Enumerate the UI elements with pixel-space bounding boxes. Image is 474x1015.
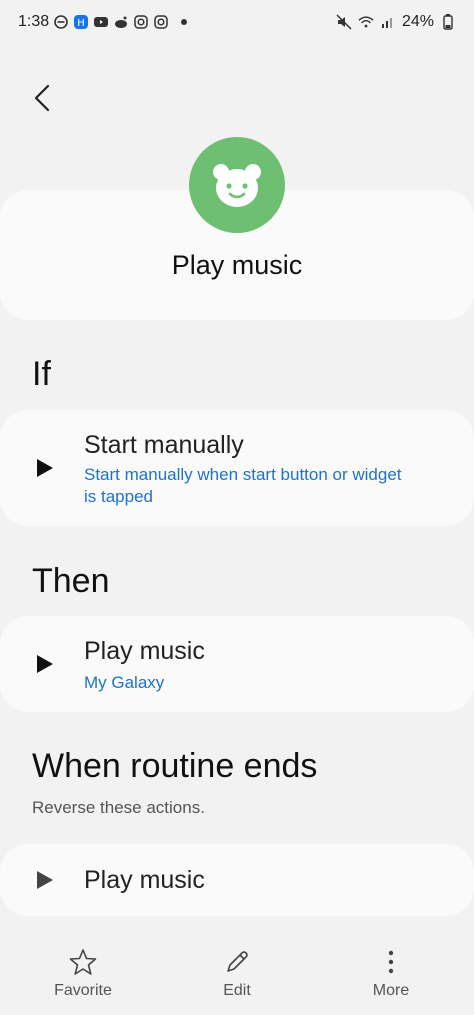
favorite-label: Favorite bbox=[54, 982, 112, 999]
battery-icon bbox=[440, 14, 456, 30]
favorite-button[interactable]: Favorite bbox=[28, 930, 138, 1015]
then-section-title: Then bbox=[32, 562, 110, 600]
end-section-subtitle: Reverse these actions. bbox=[32, 798, 205, 817]
routine-avatar bbox=[189, 137, 285, 233]
more-label: More bbox=[372, 982, 410, 999]
status-bar: 1:38 H 24% bbox=[0, 0, 474, 44]
bear-face-icon bbox=[213, 164, 261, 207]
youtube-icon bbox=[93, 14, 109, 30]
edit-button[interactable]: Edit bbox=[182, 930, 292, 1015]
star-icon bbox=[69, 949, 97, 975]
reddit-icon bbox=[113, 14, 129, 30]
wifi-icon bbox=[358, 14, 374, 30]
back-button[interactable] bbox=[22, 78, 62, 118]
if-item-title: Start manually bbox=[84, 431, 244, 459]
instagram-icon-2 bbox=[153, 14, 169, 30]
svg-text:H: H bbox=[77, 18, 85, 29]
bottom-action-bar: Favorite Edit More bbox=[0, 930, 474, 1015]
instagram-icon bbox=[133, 14, 149, 30]
end-section-title: When routine ends bbox=[32, 747, 318, 785]
play-icon bbox=[37, 655, 53, 673]
pencil-icon bbox=[227, 951, 248, 972]
status-time: 1:38 bbox=[18, 13, 50, 30]
edit-label: Edit bbox=[223, 982, 251, 999]
status-left: 1:38 H bbox=[18, 13, 188, 31]
if-item-subtitle: Start manually when start button or widg… bbox=[84, 465, 402, 506]
app-notification-icon: H bbox=[73, 14, 89, 30]
routine-title: Play music bbox=[171, 250, 303, 280]
then-item-subtitle: My Galaxy bbox=[84, 673, 165, 692]
play-icon bbox=[37, 871, 53, 889]
status-right: 24% bbox=[336, 13, 456, 31]
mute-icon bbox=[336, 14, 352, 30]
routine-detail-screen: 1:38 H 24% Play music If Start manually … bbox=[0, 0, 474, 1015]
if-section-title: If bbox=[32, 355, 51, 393]
battery-percent: 24% bbox=[401, 13, 434, 30]
then-item-title: Play music bbox=[84, 637, 205, 665]
more-notifications-dot bbox=[181, 19, 188, 25]
more-vert-icon bbox=[388, 950, 394, 974]
end-item-title: Play music bbox=[84, 866, 205, 894]
back-arrow-icon bbox=[34, 84, 50, 112]
dnd-icon bbox=[53, 14, 69, 30]
signal-icon bbox=[380, 14, 396, 30]
if-condition-card[interactable]: Start manually Start manually when start… bbox=[0, 410, 474, 526]
more-button[interactable]: More bbox=[336, 930, 446, 1015]
then-action-card[interactable]: Play music My Galaxy bbox=[0, 616, 474, 712]
end-action-card[interactable]: Play music bbox=[0, 844, 474, 916]
play-icon bbox=[37, 459, 53, 477]
